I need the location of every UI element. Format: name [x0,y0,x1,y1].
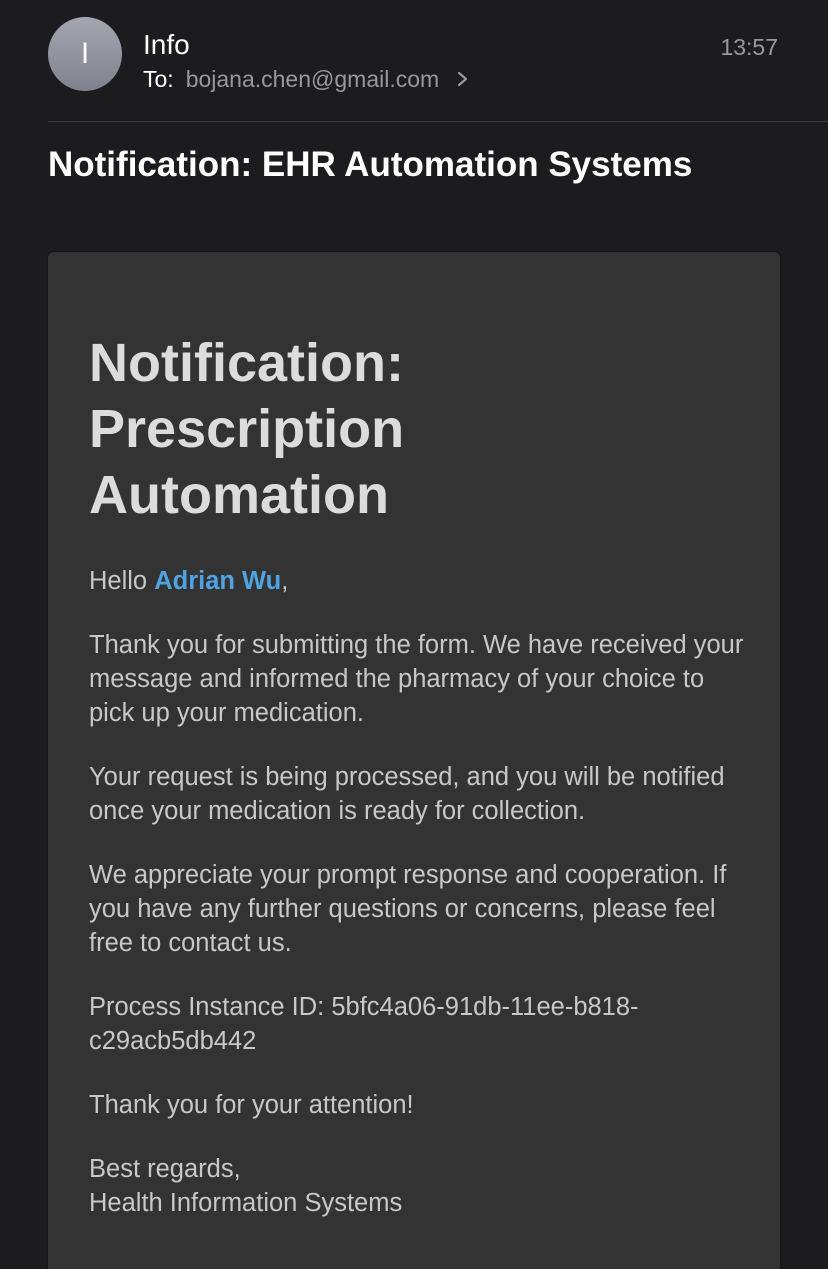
email-body-card: Notification: Prescription Automation He… [48,252,780,1269]
greeting: Hello Adrian Wu, [89,564,749,598]
body-paragraph: We appreciate your prompt response and c… [89,861,727,957]
header-divider [48,121,828,122]
received-time: 13:57 [720,34,778,60]
body-paragraph: Thank you for submitting the form. We ha… [89,631,744,727]
sender-avatar[interactable]: I [48,17,122,91]
email-title: Notification: Prescription Automation [89,330,729,528]
body-paragraph: Your request is being processed, and you… [89,763,725,825]
email-title-line: Prescription [89,399,405,459]
signoff-text: Best regards, [89,1155,241,1183]
recipient-name-link[interactable]: Adrian Wu [154,567,281,595]
email-header: I Info To: bojana.chen@gmail.com 13:57 [0,0,828,122]
signature-text: Health Information Systems [89,1189,403,1217]
signature-block: Best regards, Health Information Systems [89,1152,749,1220]
greeting-suffix: , [281,567,289,595]
recipient-row[interactable]: To: bojana.chen@gmail.com [143,64,473,94]
chevron-right-icon[interactable] [453,64,473,94]
email-title-line: Automation [89,465,389,525]
closing-text: Thank you for your attention! [89,1091,414,1119]
to-label: To: [143,66,174,92]
process-id-line: c29acb5db442 [89,1027,257,1055]
recipient-address[interactable]: bojana.chen@gmail.com [186,64,439,94]
greeting-prefix: Hello [89,567,155,595]
process-instance-id: Process Instance ID: 5bfc4a06-91db-11ee-… [89,990,749,1058]
email-title-line: Notification: [89,333,404,393]
sender-name[interactable]: Info [143,28,190,62]
email-subject: Notification: EHR Automation Systems [48,145,693,184]
process-id-line: Process Instance ID: 5bfc4a06-91db-11ee-… [89,993,639,1021]
email-body: Hello Adrian Wu, Thank you for submittin… [89,564,749,1250]
